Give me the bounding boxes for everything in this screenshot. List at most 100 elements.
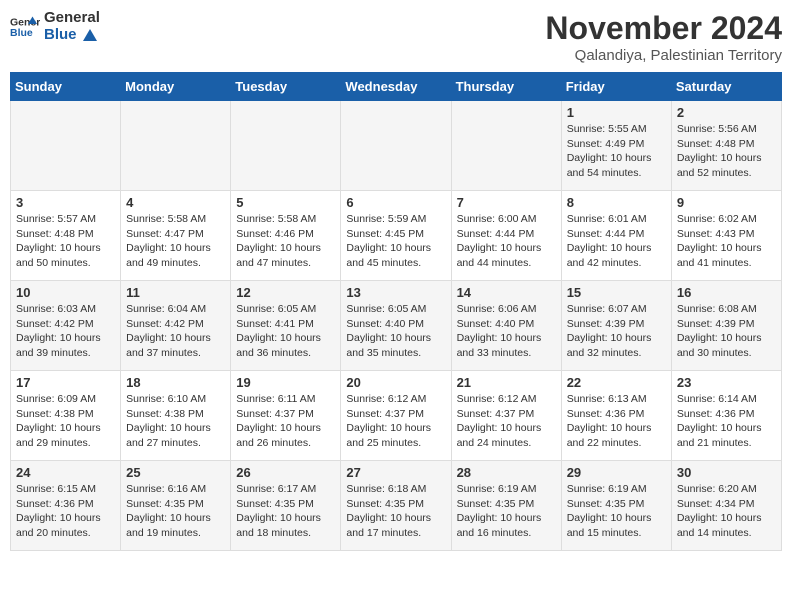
day-number: 13 <box>346 285 445 300</box>
table-row: 27 Sunrise: 6:18 AM Sunset: 4:35 PM Dayli… <box>341 461 451 551</box>
day-number: 27 <box>346 465 445 480</box>
day-content: Sunrise: 6:18 AM Sunset: 4:35 PM Dayligh… <box>346 482 445 541</box>
day-content: Sunrise: 6:05 AM Sunset: 4:41 PM Dayligh… <box>236 302 335 361</box>
day-content: Sunrise: 6:13 AM Sunset: 4:36 PM Dayligh… <box>567 392 666 451</box>
table-row: 25 Sunrise: 6:16 AM Sunset: 4:35 PM Dayli… <box>121 461 231 551</box>
svg-text:Blue: Blue <box>10 27 33 39</box>
day-number: 29 <box>567 465 666 480</box>
header-monday: Monday <box>121 73 231 101</box>
day-content: Sunrise: 6:12 AM Sunset: 4:37 PM Dayligh… <box>457 392 556 451</box>
day-number: 2 <box>677 105 776 120</box>
table-row: 2Sunrise: 5:56 AM Sunset: 4:48 PM Daylig… <box>671 101 781 191</box>
table-row: 29 Sunrise: 6:19 AM Sunset: 4:35 PM Dayli… <box>561 461 671 551</box>
table-row: 4Sunrise: 5:58 AM Sunset: 4:47 PM Daylig… <box>121 191 231 281</box>
day-content: Sunrise: 6:09 AM Sunset: 4:38 PM Dayligh… <box>16 392 115 451</box>
day-number: 10 <box>16 285 115 300</box>
page-header: General Blue General Blue November 2024 … <box>10 10 782 64</box>
day-content: Sunrise: 6:17 AM Sunset: 4:35 PM Dayligh… <box>236 482 335 541</box>
day-content: Sunrise: 6:01 AM Sunset: 4:44 PM Dayligh… <box>567 212 666 271</box>
table-row <box>231 101 341 191</box>
calendar-week-row: 10 Sunrise: 6:03 AM Sunset: 4:42 PM Dayli… <box>11 281 782 371</box>
day-content: Sunrise: 5:58 AM Sunset: 4:47 PM Dayligh… <box>126 212 225 271</box>
day-number: 19 <box>236 375 335 390</box>
day-number: 15 <box>567 285 666 300</box>
day-number: 16 <box>677 285 776 300</box>
day-number: 11 <box>126 285 225 300</box>
day-content: Sunrise: 5:58 AM Sunset: 4:46 PM Dayligh… <box>236 212 335 271</box>
table-row: 14 Sunrise: 6:06 AM Sunset: 4:40 PM Dayli… <box>451 281 561 371</box>
header-saturday: Saturday <box>671 73 781 101</box>
calendar-week-row: 24Sunrise: 6:15 AM Sunset: 4:36 PM Dayli… <box>11 461 782 551</box>
table-row: 21Sunrise: 6:12 AM Sunset: 4:37 PM Dayli… <box>451 371 561 461</box>
day-number: 22 <box>567 375 666 390</box>
calendar-week-row: 3Sunrise: 5:57 AM Sunset: 4:48 PM Daylig… <box>11 191 782 281</box>
header-wednesday: Wednesday <box>341 73 451 101</box>
table-row: 22 Sunrise: 6:13 AM Sunset: 4:36 PM Dayli… <box>561 371 671 461</box>
day-content: Sunrise: 6:14 AM Sunset: 4:36 PM Dayligh… <box>677 392 776 451</box>
day-number: 9 <box>677 195 776 210</box>
table-row: 11Sunrise: 6:04 AM Sunset: 4:42 PM Dayli… <box>121 281 231 371</box>
table-row: 24Sunrise: 6:15 AM Sunset: 4:36 PM Dayli… <box>11 461 121 551</box>
day-number: 14 <box>457 285 556 300</box>
table-row: 30 Sunrise: 6:20 AM Sunset: 4:34 PM Dayli… <box>671 461 781 551</box>
day-number: 20 <box>346 375 445 390</box>
day-content: Sunrise: 6:19 AM Sunset: 4:35 PM Dayligh… <box>567 482 666 541</box>
day-number: 28 <box>457 465 556 480</box>
header-thursday: Thursday <box>451 73 561 101</box>
table-row: 28 Sunrise: 6:19 AM Sunset: 4:35 PM Dayli… <box>451 461 561 551</box>
header-tuesday: Tuesday <box>231 73 341 101</box>
calendar-subtitle: Qalandiya, Palestinian Territory <box>545 47 782 64</box>
table-row <box>121 101 231 191</box>
day-content: Sunrise: 6:02 AM Sunset: 4:43 PM Dayligh… <box>677 212 776 271</box>
table-row: 3Sunrise: 5:57 AM Sunset: 4:48 PM Daylig… <box>11 191 121 281</box>
day-content: Sunrise: 6:08 AM Sunset: 4:39 PM Dayligh… <box>677 302 776 361</box>
table-row: 13 Sunrise: 6:05 AM Sunset: 4:40 PM Dayli… <box>341 281 451 371</box>
day-content: Sunrise: 6:06 AM Sunset: 4:40 PM Dayligh… <box>457 302 556 361</box>
day-content: Sunrise: 5:57 AM Sunset: 4:48 PM Dayligh… <box>16 212 115 271</box>
day-number: 8 <box>567 195 666 210</box>
table-row: 8 Sunrise: 6:01 AM Sunset: 4:44 PM Daylig… <box>561 191 671 281</box>
logo-general-text: General <box>44 9 100 26</box>
day-content: Sunrise: 6:00 AM Sunset: 4:44 PM Dayligh… <box>457 212 556 271</box>
day-number: 30 <box>677 465 776 480</box>
table-row: 23Sunrise: 6:14 AM Sunset: 4:36 PM Dayli… <box>671 371 781 461</box>
day-content: Sunrise: 6:03 AM Sunset: 4:42 PM Dayligh… <box>16 302 115 361</box>
header-sunday: Sunday <box>11 73 121 101</box>
day-content: Sunrise: 6:11 AM Sunset: 4:37 PM Dayligh… <box>236 392 335 451</box>
day-content: Sunrise: 6:19 AM Sunset: 4:35 PM Dayligh… <box>457 482 556 541</box>
day-number: 7 <box>457 195 556 210</box>
calendar-table: Sunday Monday Tuesday Wednesday Thursday… <box>10 72 782 551</box>
table-row: 18Sunrise: 6:10 AM Sunset: 4:38 PM Dayli… <box>121 371 231 461</box>
table-row <box>451 101 561 191</box>
logo-blue-text: Blue <box>44 26 77 43</box>
table-row: 19 Sunrise: 6:11 AM Sunset: 4:37 PM Dayli… <box>231 371 341 461</box>
day-content: Sunrise: 6:05 AM Sunset: 4:40 PM Dayligh… <box>346 302 445 361</box>
table-row: 17 Sunrise: 6:09 AM Sunset: 4:38 PM Dayli… <box>11 371 121 461</box>
day-content: Sunrise: 6:10 AM Sunset: 4:38 PM Dayligh… <box>126 392 225 451</box>
day-content: Sunrise: 6:20 AM Sunset: 4:34 PM Dayligh… <box>677 482 776 541</box>
day-number: 6 <box>346 195 445 210</box>
day-content: Sunrise: 6:07 AM Sunset: 4:39 PM Dayligh… <box>567 302 666 361</box>
weekday-header-row: Sunday Monday Tuesday Wednesday Thursday… <box>11 73 782 101</box>
day-number: 5 <box>236 195 335 210</box>
table-row: 6Sunrise: 5:59 AM Sunset: 4:45 PM Daylig… <box>341 191 451 281</box>
day-number: 1 <box>567 105 666 120</box>
table-row: 12Sunrise: 6:05 AM Sunset: 4:41 PM Dayli… <box>231 281 341 371</box>
day-number: 17 <box>16 375 115 390</box>
table-row: 7 Sunrise: 6:00 AM Sunset: 4:44 PM Daylig… <box>451 191 561 281</box>
calendar-title: November 2024 <box>545 10 782 47</box>
table-row <box>11 101 121 191</box>
day-content: Sunrise: 6:12 AM Sunset: 4:37 PM Dayligh… <box>346 392 445 451</box>
day-content: Sunrise: 5:55 AM Sunset: 4:49 PM Dayligh… <box>567 122 666 181</box>
header-friday: Friday <box>561 73 671 101</box>
calendar-week-row: 1 Sunrise: 5:55 AM Sunset: 4:49 PM Daylig… <box>11 101 782 191</box>
table-row: 9 Sunrise: 6:02 AM Sunset: 4:43 PM Daylig… <box>671 191 781 281</box>
table-row: 1 Sunrise: 5:55 AM Sunset: 4:49 PM Daylig… <box>561 101 671 191</box>
day-content: Sunrise: 6:16 AM Sunset: 4:35 PM Dayligh… <box>126 482 225 541</box>
table-row: 15 Sunrise: 6:07 AM Sunset: 4:39 PM Dayli… <box>561 281 671 371</box>
table-row: 20 Sunrise: 6:12 AM Sunset: 4:37 PM Dayli… <box>341 371 451 461</box>
logo-icon: General Blue <box>10 15 40 39</box>
day-number: 25 <box>126 465 225 480</box>
title-area: November 2024 Qalandiya, Palestinian Ter… <box>545 10 782 64</box>
table-row: 26Sunrise: 6:17 AM Sunset: 4:35 PM Dayli… <box>231 461 341 551</box>
